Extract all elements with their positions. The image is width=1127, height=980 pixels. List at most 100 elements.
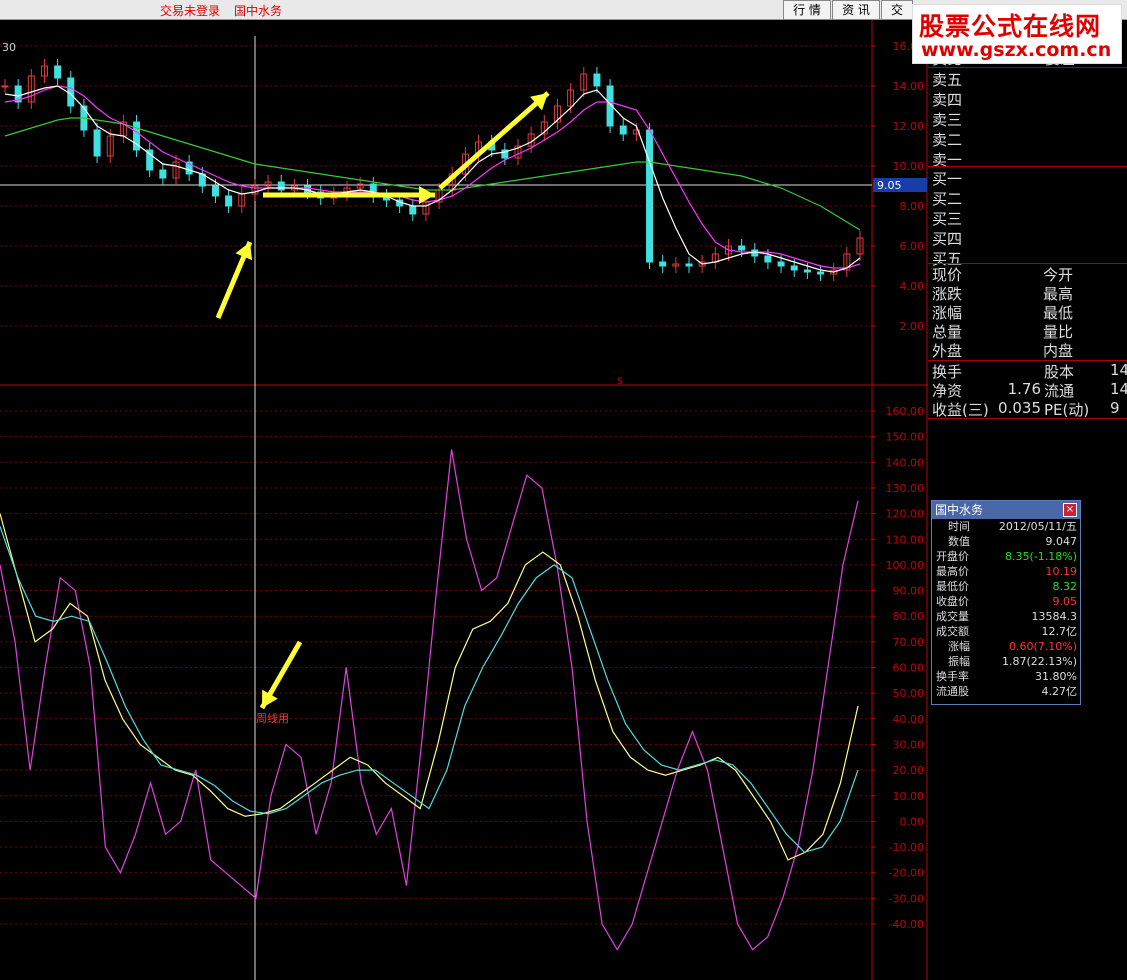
arrow-up-right xyxy=(438,91,550,190)
info-key: 数值 xyxy=(948,535,970,548)
indicator-tick-label: 60.00 xyxy=(893,662,925,675)
ma-line-white xyxy=(4,85,861,273)
candle-body xyxy=(93,129,101,157)
indicator-tick-label: 100.00 xyxy=(886,559,925,572)
indicator-tick-label: -30.00 xyxy=(889,892,924,905)
indicator-line-magenta xyxy=(0,449,859,951)
stat-label: 最高 xyxy=(1043,285,1074,303)
info-row: 最高价 10.19 xyxy=(932,564,1080,579)
login-status[interactable]: 交易未登录 xyxy=(160,2,220,19)
info-window-title[interactable]: 国中水务 × xyxy=(932,501,1080,519)
stat-value: 14 xyxy=(1110,361,1127,379)
indicator-tick-label: 20.00 xyxy=(893,764,925,777)
info-key: 最低价 xyxy=(936,580,969,593)
stat-label: 涨幅 xyxy=(932,304,963,322)
info-value: 31.80% xyxy=(1035,670,1077,683)
stat-label: 股本 xyxy=(1044,363,1075,381)
sell-level-label: 卖五 xyxy=(932,71,963,89)
indicator-tick-label: 150.00 xyxy=(886,431,925,444)
quote-divider xyxy=(928,166,1127,167)
stock-chart[interactable]: 16.0014.0012.0010.008.006.004.002.00160.… xyxy=(0,20,928,980)
info-value: 0.60(7.10%) xyxy=(1008,640,1077,653)
info-row: 收盘价 9.05 xyxy=(932,594,1080,609)
candle-body xyxy=(277,181,285,191)
price-tick-label: 4.00 xyxy=(900,280,925,293)
stat-label: 内盘 xyxy=(1043,342,1074,360)
price-tick-label: 14.00 xyxy=(893,80,925,93)
indicator-tick-label: -20.00 xyxy=(889,867,924,880)
indicator-tick-label: 110.00 xyxy=(886,533,925,546)
buy-level-label: 买一 xyxy=(932,170,963,188)
data-info-window[interactable]: 国中水务 × 时间 2012/05/11/五 数值 9.047 开盘价 8.35(-1.1… xyxy=(931,500,1081,705)
indicator-tick-label: 80.00 xyxy=(893,610,925,623)
candle-body xyxy=(159,169,167,179)
info-row: 成交量 13584.3 xyxy=(932,609,1080,624)
info-value: 8.32 xyxy=(1052,580,1078,593)
info-key: 成交额 xyxy=(936,625,969,638)
stat-label: 外盘 xyxy=(932,342,963,360)
quote-divider xyxy=(928,418,1127,419)
stock-name: 国中水务 xyxy=(234,4,283,18)
close-icon[interactable]: × xyxy=(1063,503,1077,517)
info-row: 时间 2012/05/11/五 xyxy=(932,519,1080,534)
candle-body xyxy=(817,271,825,275)
stat-label: 今开 xyxy=(1043,266,1074,284)
info-row: 最低价 8.32 xyxy=(932,579,1080,594)
annotation-label: 周线用 xyxy=(256,711,289,725)
info-value: 12.7亿 xyxy=(1041,625,1078,638)
indicator-tick-label: 10.00 xyxy=(893,790,925,803)
candle-body xyxy=(764,255,772,263)
indicator-tick-label: 30.00 xyxy=(893,738,925,751)
buy-level-label: 买四 xyxy=(932,230,963,248)
site-logo: 股票公式在线网 www.gszx.com.cn xyxy=(912,4,1122,64)
current-price-label: 9.05 xyxy=(877,179,902,192)
candle-body xyxy=(803,269,811,273)
candle-body xyxy=(646,129,654,263)
stat-label: 流通 xyxy=(1044,382,1075,400)
arrow-right xyxy=(263,186,435,204)
info-key: 流通股 xyxy=(936,685,969,698)
info-value: 4.27亿 xyxy=(1041,685,1078,698)
info-key: 最高价 xyxy=(936,565,969,578)
info-row: 成交额 12.7亿 xyxy=(932,624,1080,639)
candle-body xyxy=(777,261,785,267)
stat-label: 换手 xyxy=(932,363,963,381)
info-value: 10.19 xyxy=(1045,565,1078,578)
info-key: 涨幅 xyxy=(948,640,970,653)
info-key: 开盘价 xyxy=(936,550,969,563)
stat-label: 量比 xyxy=(1043,323,1074,341)
sell-level-label: 卖四 xyxy=(932,91,963,109)
info-row: 流通股 4.27亿 xyxy=(932,684,1080,699)
indicator-tick-label: 160.00 xyxy=(886,405,925,418)
tab-news[interactable]: 资 讯 xyxy=(832,0,880,20)
candle-body xyxy=(685,263,693,267)
stat-label: 现价 xyxy=(932,266,963,284)
indicator-line-cyan xyxy=(0,526,859,853)
stat-label: 净资 xyxy=(932,382,963,400)
indicator-tick-label: 70.00 xyxy=(893,636,925,649)
arrow-down xyxy=(259,640,303,710)
info-value: 9.05 xyxy=(1052,595,1078,608)
indicator-tick-label: -40.00 xyxy=(889,918,924,931)
logo-line2: www.gszx.com.cn xyxy=(921,39,1112,61)
tab-trade[interactable]: 交 xyxy=(881,0,913,20)
price-tick-label: 12.00 xyxy=(893,120,925,133)
stat-value: 14 xyxy=(1110,380,1127,398)
price-tick-label: 10.00 xyxy=(893,160,925,173)
info-key: 收盘价 xyxy=(936,595,969,608)
stat-label: 最低 xyxy=(1043,304,1074,322)
logo-line1: 股票公式在线网 xyxy=(919,12,1102,41)
info-row: 数值 9.047 xyxy=(932,534,1080,549)
tab-quotes[interactable]: 行 情 xyxy=(783,0,831,20)
indicator-tick-label: 120.00 xyxy=(886,508,925,521)
indicator-tick-label: 140.00 xyxy=(886,456,925,469)
sell-level-label: 卖三 xyxy=(932,111,963,129)
info-value: 2012/05/11/五 xyxy=(998,520,1077,533)
indicator-tick-label: 0.00 xyxy=(900,815,925,828)
candle-body xyxy=(54,65,62,79)
indicator-tick-label: -10.00 xyxy=(889,841,924,854)
info-key: 时间 xyxy=(948,520,970,533)
period-label: 30 xyxy=(2,41,16,54)
info-row: 振幅 1.87(22.13%) xyxy=(932,654,1080,669)
stat-value: 9 xyxy=(1110,399,1120,417)
